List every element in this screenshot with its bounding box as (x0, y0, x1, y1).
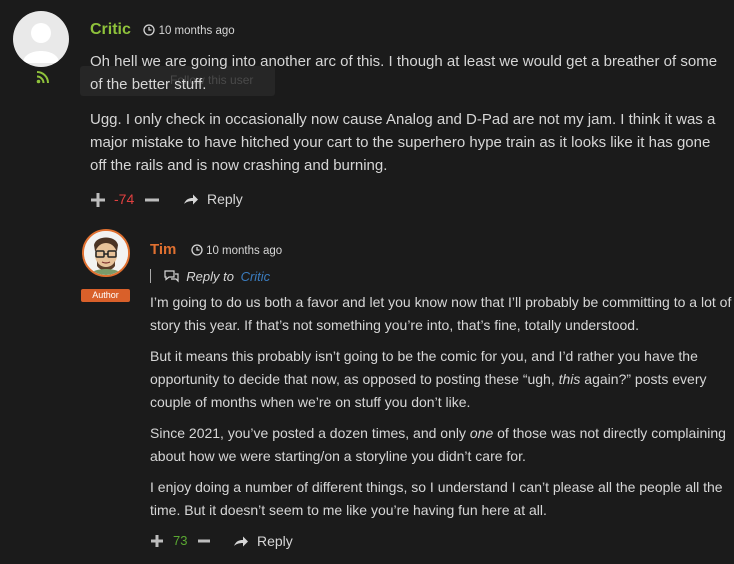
clock-icon (143, 24, 156, 36)
comment-body: Oh hell we are going into another arc of… (90, 50, 730, 177)
downvote-icon[interactable] (144, 192, 160, 208)
clock-icon (191, 244, 203, 256)
upvote-icon[interactable] (150, 534, 164, 548)
reply-actions: 73 Reply (150, 532, 350, 552)
reply-to: Reply to Critic (150, 269, 270, 287)
divider (150, 269, 151, 283)
default-avatar-icon (23, 23, 59, 63)
rss-icon[interactable] (36, 70, 50, 84)
reply-arrow-icon (184, 194, 198, 205)
reply-paragraph: But it means this probably isn’t going t… (150, 348, 707, 410)
author-avatar-icon (84, 231, 128, 275)
vote-score: 73 (173, 533, 188, 548)
author-badge: Author (81, 289, 130, 302)
downvote-icon[interactable] (197, 534, 211, 548)
reply-body: I’m going to do us both a favor and let … (150, 291, 734, 522)
comment-actions: -74 Reply (90, 190, 290, 210)
author-name[interactable]: Critic (90, 21, 131, 38)
reply-arrow-icon (234, 536, 248, 547)
reply-paragraph: I enjoy doing a number of different thin… (150, 479, 723, 518)
reply-to-link[interactable]: Critic (241, 269, 271, 284)
comment-paragraph: Oh hell we are going into another arc of… (90, 53, 718, 93)
avatar[interactable] (82, 229, 130, 277)
chat-bubble-icon (164, 270, 179, 283)
avatar[interactable] (13, 11, 69, 67)
reply-header: Tim 10 months ago (150, 241, 282, 261)
comment-paragraph: Ugg. I only check in occasionally now ca… (90, 111, 716, 174)
upvote-icon[interactable] (90, 192, 106, 208)
vote-score: -74 (114, 191, 135, 207)
reply-paragraph: Since 2021, you’ve posted a dozen times,… (150, 425, 726, 464)
author-name[interactable]: Tim (150, 241, 176, 258)
timestamp[interactable]: 10 months ago (191, 244, 282, 257)
reply-paragraph: I’m going to do us both a favor and let … (150, 294, 732, 333)
timestamp[interactable]: 10 months ago (143, 24, 235, 37)
comment-header: Critic 10 months ago (90, 21, 235, 41)
